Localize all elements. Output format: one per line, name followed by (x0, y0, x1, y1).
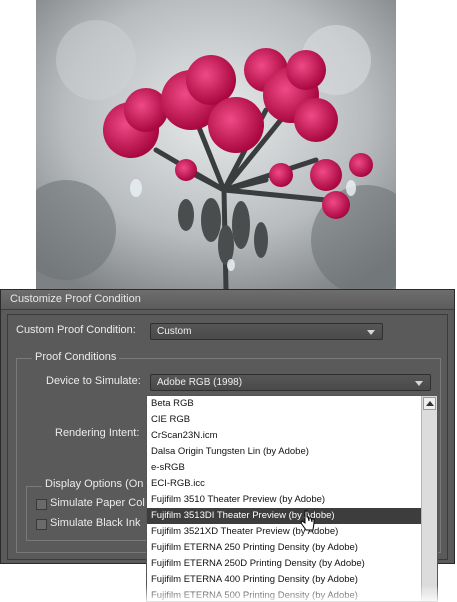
dialog-title: Customize Proof Condition (10, 293, 141, 305)
chevron-down-icon (415, 381, 423, 386)
simulate-black-ink-label: Simulate Black Ink (50, 517, 141, 529)
device-to-simulate-label: Device to Simulate: (46, 375, 141, 387)
mouse-pointer-icon (300, 510, 315, 531)
simulate-black-ink-checkbox[interactable] (36, 519, 47, 530)
dropdown-item[interactable]: Fujifilm ETERNA 500 Printing Density (by… (147, 588, 421, 601)
custom-condition-label: Custom Proof Condition: (16, 324, 136, 336)
dropdown-item[interactable]: CIE RGB (147, 412, 421, 428)
simulate-paper-checkbox[interactable] (36, 499, 47, 510)
custom-condition-select[interactable]: Custom (150, 323, 383, 340)
display-options-group (26, 486, 156, 541)
device-to-simulate-value: Adobe RGB (1998) (157, 377, 243, 388)
proof-conditions-title: Proof Conditions (32, 351, 120, 363)
flower-photo (36, 0, 396, 290)
device-dropdown-list[interactable]: Beta RGB CIE RGB CrScan23N.icm Dalsa Origin… (146, 395, 438, 602)
dropdown-item[interactable]: Fujifilm 3521XD Theater Preview (by Adob… (147, 524, 421, 540)
display-options-title: Display Options (On (42, 478, 147, 490)
dropdown-item[interactable]: e-sRGB (147, 460, 421, 476)
dropdown-item[interactable]: Dalsa Origin Tungsten Lin (by Adobe) (147, 444, 421, 460)
dropdown-item[interactable]: Fujifilm ETERNA 400 Printing Density (by… (147, 572, 421, 588)
dropdown-item[interactable]: CrScan23N.icm (147, 428, 421, 444)
dropdown-item[interactable]: Fujifilm ETERNA 250 Printing Density (by… (147, 540, 421, 556)
rendering-intent-label: Rendering Intent: (55, 427, 140, 439)
chevron-down-icon (367, 330, 375, 335)
dropdown-item[interactable]: Fujifilm ETERNA 250D Printing Density (b… (147, 556, 421, 572)
dropdown-item[interactable]: Fujifilm 3513DI Theater Preview (by Adob… (147, 508, 421, 524)
dropdown-item[interactable]: ECI-RGB.icc (147, 476, 421, 492)
device-to-simulate-select[interactable]: Adobe RGB (1998) (150, 374, 431, 391)
dropdown-scrollbar[interactable] (421, 396, 437, 601)
dialog-titlebar[interactable]: Customize Proof Condition (1, 290, 454, 310)
dropdown-item[interactable]: Fujifilm 3510 Theater Preview (by Adobe) (147, 492, 421, 508)
dropdown-item[interactable]: Beta RGB (147, 396, 421, 412)
dropdown-options: Beta RGB CIE RGB CrScan23N.icm Dalsa Origin… (147, 396, 421, 601)
scroll-up-arrow-icon[interactable] (423, 397, 436, 410)
custom-condition-value: Custom (157, 326, 192, 337)
simulate-paper-label: Simulate Paper Col (50, 497, 145, 509)
